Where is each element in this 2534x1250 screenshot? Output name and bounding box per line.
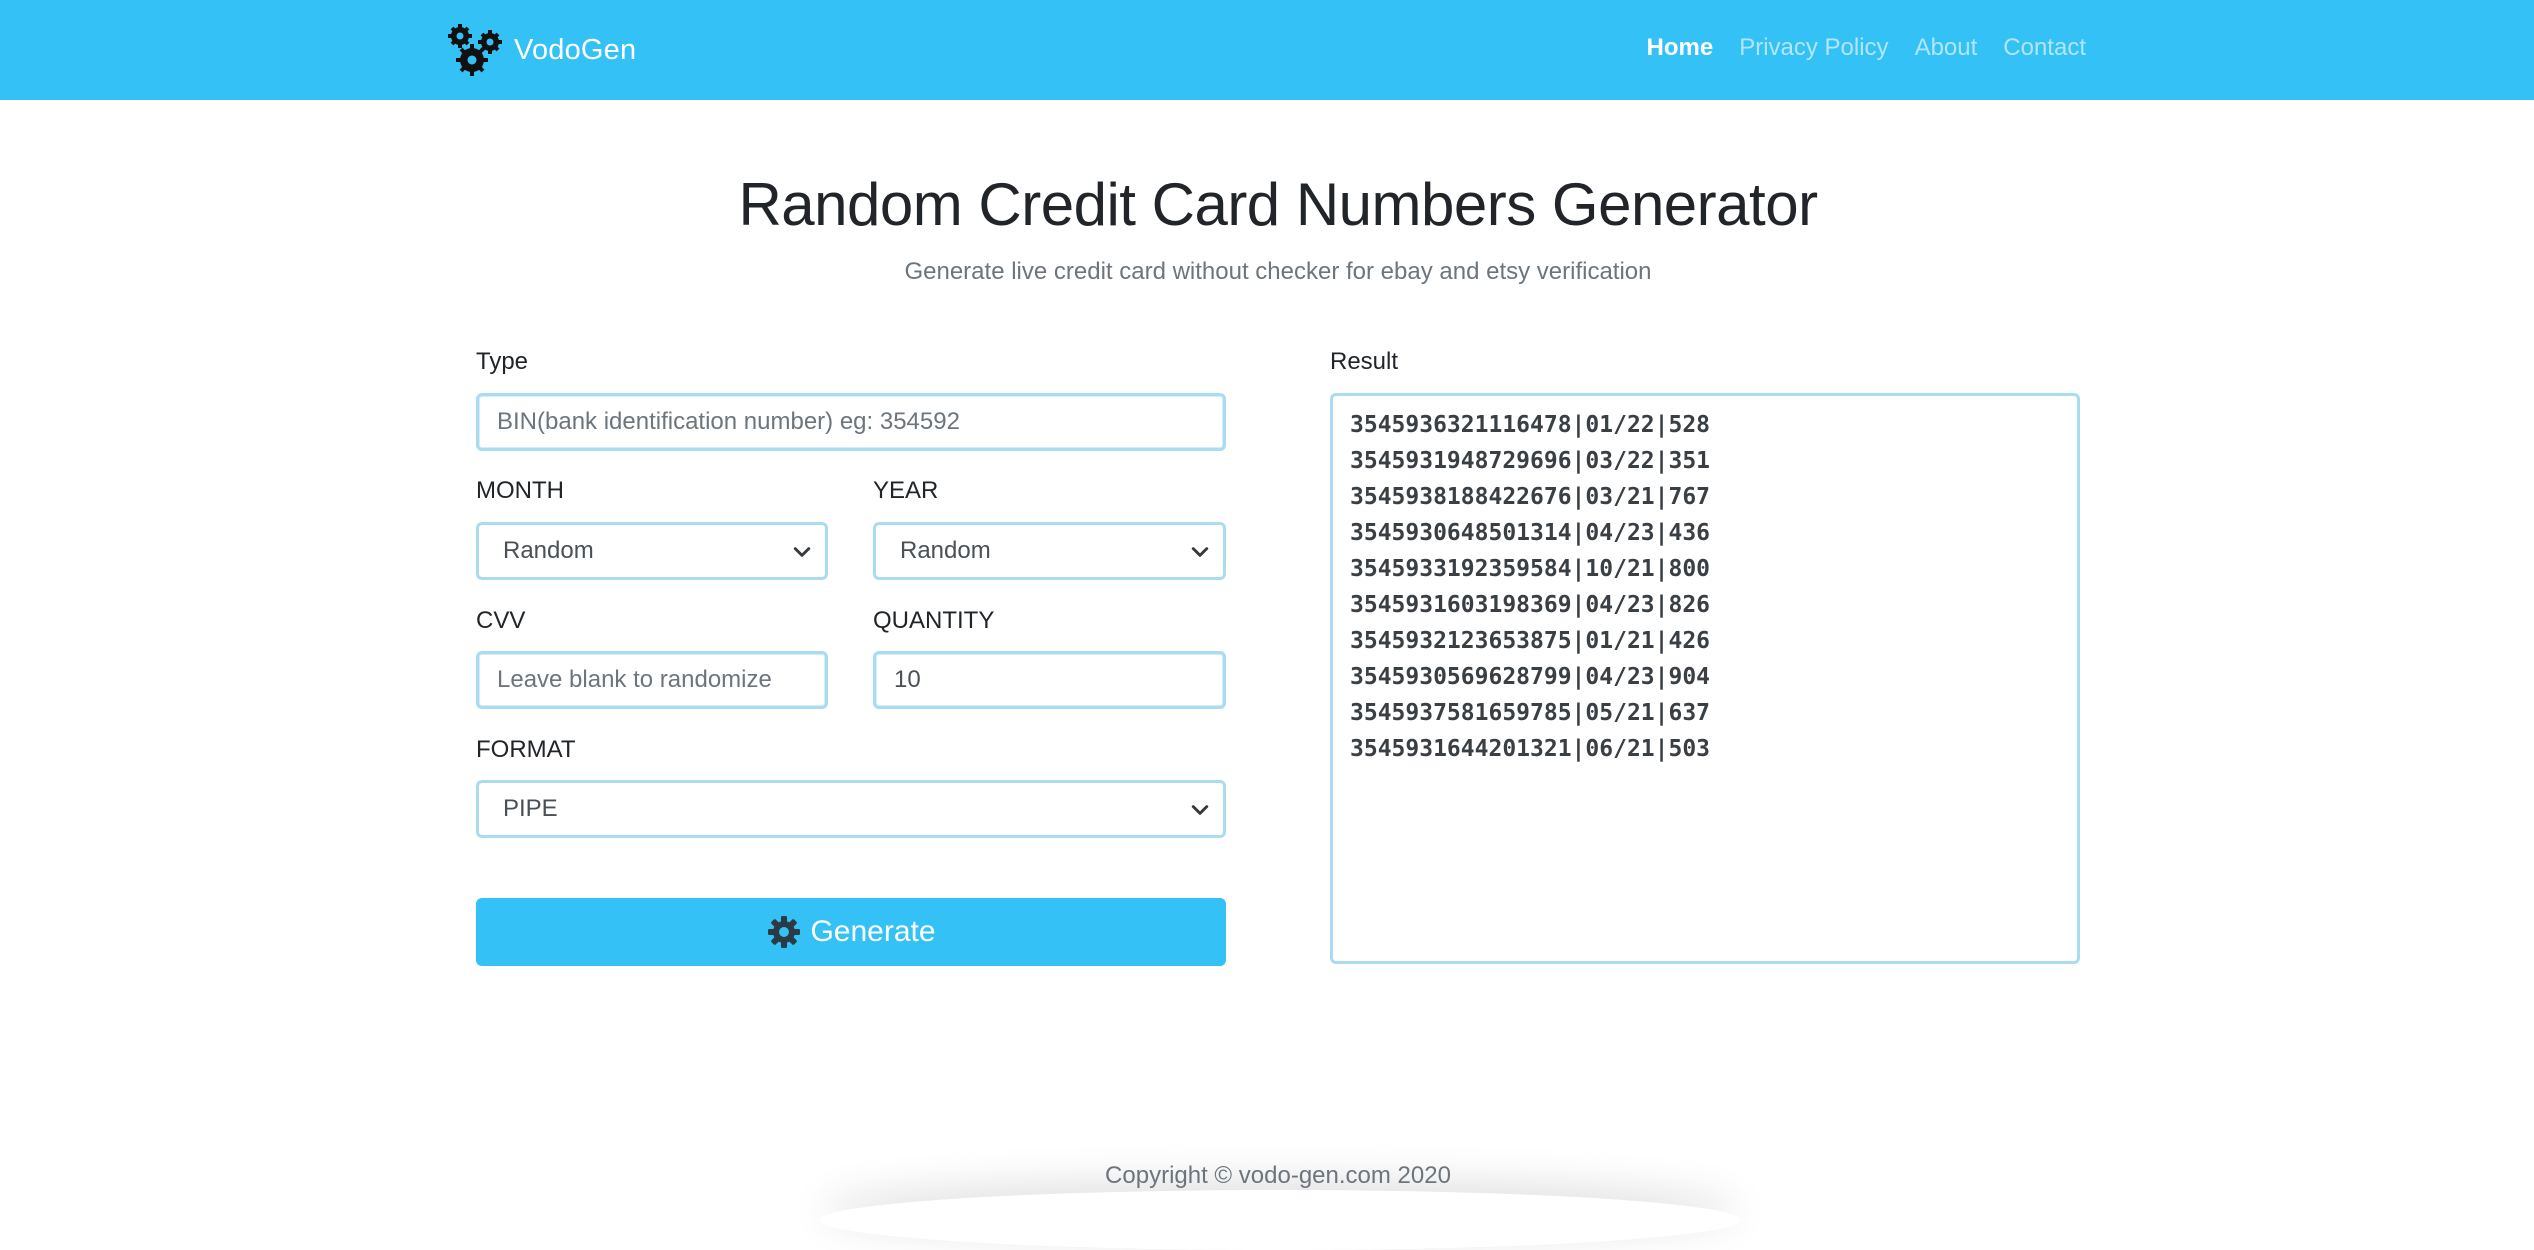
cvv-label: CVV [476, 607, 526, 634]
result-line: 3545933192359584|10/21|800 [1350, 556, 1711, 582]
nav-about[interactable]: About [1902, 28, 1991, 68]
nav-privacy-policy[interactable]: Privacy Policy [1726, 28, 1901, 68]
chevron-down-icon [1191, 805, 1209, 815]
page-subtitle: Generate live credit card without checke… [904, 258, 1652, 285]
nav-contact[interactable]: Contact [1990, 28, 2099, 68]
result-line: 3545931603198369|04/23|826 [1350, 592, 1711, 618]
gears-icon [448, 24, 502, 76]
format-label: FORMAT [476, 736, 576, 763]
cvv-input[interactable] [476, 651, 828, 709]
chevron-down-icon [1191, 547, 1209, 557]
month-select-value: Random [503, 537, 594, 564]
result-label: Result [1330, 348, 1399, 375]
chevron-down-icon [793, 547, 811, 557]
brand-link[interactable]: VodoGen [444, 22, 636, 78]
brand-name: VodoGen [514, 33, 637, 66]
page-title: Random Credit Card Numbers Generator [738, 171, 1818, 238]
nav-home[interactable]: Home [1634, 28, 1727, 68]
gear-icon [768, 916, 801, 948]
result-line: 3545938188422676|03/21|767 [1350, 484, 1711, 510]
result-line: 3545937581659785|05/21|637 [1350, 700, 1711, 726]
month-select[interactable]: Random [476, 522, 828, 580]
type-label: Type [476, 348, 529, 375]
result-line: 3545931644201321|06/21|503 [1350, 736, 1711, 762]
quantity-label: QUANTITY [873, 607, 995, 634]
year-select-value: Random [900, 537, 991, 564]
result-textarea[interactable]: 3545936321116478|01/22|528 35459319487296… [1330, 393, 2080, 964]
result-line: 3545930569628799|04/23|904 [1350, 664, 1711, 690]
quantity-input[interactable] [873, 651, 1226, 709]
year-select[interactable]: Random [873, 522, 1226, 580]
result-line: 3545936321116478|01/22|528 [1350, 412, 1711, 438]
nav-links: Home Privacy Policy About Contact [1634, 28, 2100, 68]
format-select[interactable]: PIPE [476, 780, 1226, 838]
result-line: 3545931948729696|03/22|351 [1350, 448, 1711, 474]
navbar: VodoGen Home Privacy Policy About Contac… [0, 0, 2534, 100]
result-line: 3545930648501314|04/23|436 [1350, 520, 1711, 546]
footer-shadow [820, 1190, 1740, 1250]
month-label: MONTH [476, 477, 564, 504]
footer-copyright: Copyright © vodo-gen.com 2020 [1105, 1162, 1451, 1189]
type-bin-input[interactable] [476, 393, 1226, 451]
generate-button-label: Generate [810, 915, 936, 948]
year-label: YEAR [873, 477, 939, 504]
format-select-value: PIPE [503, 795, 558, 822]
result-line: 3545932123653875|01/21|426 [1350, 628, 1711, 654]
generate-button[interactable]: Generate [476, 898, 1226, 966]
